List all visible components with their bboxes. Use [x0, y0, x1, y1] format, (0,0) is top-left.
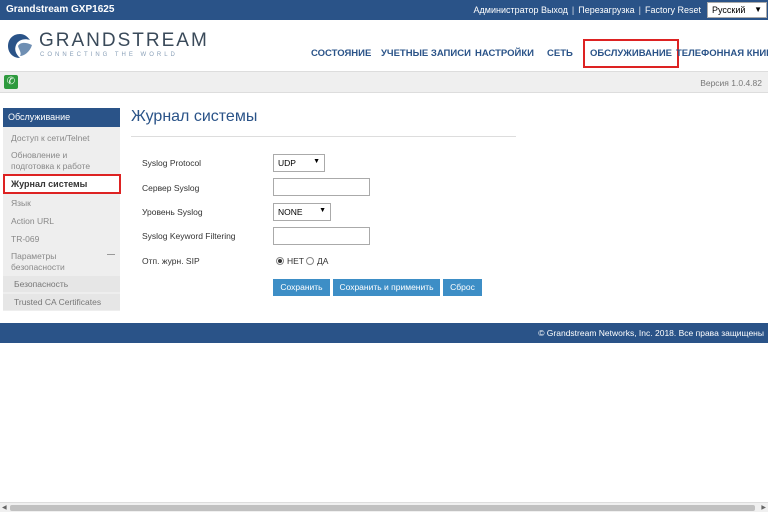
logo-tagline: CONNECTING THE WORLD	[40, 52, 178, 58]
sidebar-item-upgrade[interactable]: Обновление и подготовка к работе	[11, 150, 101, 172]
sidebar-header: Обслуживание	[3, 108, 120, 127]
radio-unselected-icon	[306, 257, 314, 265]
sidebar-item-security-settings[interactable]: Параметры безопасности	[11, 251, 91, 273]
logo-wordmark: GRANDSTREAM	[39, 30, 209, 51]
phone-icon: ✆	[4, 75, 18, 89]
sidebar-item-action-url[interactable]: Action URL	[11, 216, 54, 227]
syslog-level-select[interactable]: NONE ▼	[273, 203, 331, 221]
title-divider	[131, 136, 516, 137]
save-button[interactable]: Сохранить	[273, 279, 330, 296]
radio-selected-icon	[276, 257, 284, 265]
nav-settings[interactable]: НАСТРОЙКИ	[475, 48, 534, 59]
syslog-level-value: NONE	[278, 207, 303, 217]
syslog-server-label: Сервер Syslog	[142, 183, 200, 193]
horizontal-scrollbar[interactable]: ◀ ▶	[0, 502, 768, 512]
reboot-link[interactable]: Перезагрузка	[578, 5, 634, 15]
sidebar-item-language[interactable]: Язык	[11, 198, 31, 209]
scroll-left-icon[interactable]: ◀	[2, 504, 7, 511]
sip-log-no-radio[interactable]: НЕТ	[276, 256, 304, 266]
sidebar-item-network-telnet[interactable]: Доступ к сети/Telnet	[11, 133, 90, 144]
nav-status[interactable]: СОСТОЯНИЕ	[311, 48, 371, 59]
language-select[interactable]: Русский ▼	[707, 2, 767, 18]
device-title: Grandstream GXP1625	[6, 4, 115, 15]
sidebar: Обслуживание Доступ к сети/Telnet Обновл…	[3, 108, 121, 311]
separator: |	[571, 5, 575, 15]
keyword-filter-input[interactable]	[273, 227, 370, 245]
sidebar-item-trusted-ca[interactable]: Trusted CA Certificates	[3, 294, 120, 310]
nav-maintenance[interactable]: ОБСЛУЖИВАНИЕ	[583, 39, 679, 68]
save-apply-button[interactable]: Сохранить и применить	[333, 279, 440, 296]
sidebar-item-tr069[interactable]: TR-069	[11, 234, 39, 245]
logo-icon	[8, 34, 32, 58]
nav-accounts[interactable]: УЧЕТНЫЕ ЗАПИСИ	[381, 48, 471, 59]
sip-log-yes-radio[interactable]: ДА	[306, 256, 328, 266]
sidebar-item-security[interactable]: Безопасность	[3, 276, 120, 292]
firmware-version: Версия 1.0.4.82	[700, 78, 762, 88]
separator: |	[638, 5, 641, 15]
sip-log-label: Отп. журн. SIP	[142, 256, 200, 266]
chevron-down-icon: ▼	[754, 5, 762, 14]
sidebar-item-syslog[interactable]: Журнал системы	[3, 174, 121, 194]
scrollbar-thumb[interactable]	[10, 505, 755, 511]
top-bar: Grandstream GXP1625 Администратор Выход |…	[0, 0, 768, 20]
nav-network[interactable]: СЕТЬ	[547, 48, 573, 59]
syslog-protocol-select[interactable]: UDP ▼	[273, 154, 325, 172]
syslog-protocol-value: UDP	[278, 158, 296, 168]
language-value: Русский	[712, 5, 746, 15]
syslog-protocol-label: Syslog Protocol	[142, 158, 202, 168]
copyright: © Grandstream Networks, Inc. 2018. Все п…	[538, 328, 764, 338]
chevron-down-icon: ▼	[313, 158, 320, 165]
keyword-filter-label: Syslog Keyword Filtering	[142, 231, 236, 241]
factory-reset-link[interactable]: Factory Reset	[645, 5, 701, 15]
page-title: Журнал системы	[131, 108, 258, 125]
collapse-icon[interactable]	[107, 254, 115, 255]
sip-log-yes-label: ДА	[317, 256, 329, 266]
grandstream-logo: GRANDSTREAM CONNECTING THE WORLD	[6, 30, 209, 64]
top-links: Администратор Выход | Перезагрузка | Factory…	[474, 5, 701, 15]
chevron-down-icon: ▼	[319, 207, 326, 214]
scroll-right-icon[interactable]: ▶	[761, 504, 766, 511]
syslog-level-label: Уровень Syslog	[142, 207, 203, 217]
nav-phonebook[interactable]: ТЕЛЕФОННАЯ КНИГА	[676, 48, 768, 59]
footer: © Grandstream Networks, Inc. 2018. Все п…	[0, 323, 768, 343]
reset-button[interactable]: Сброс	[443, 279, 482, 296]
admin-logout-link[interactable]: Администратор Выход	[474, 5, 568, 15]
sip-log-no-label: НЕТ	[287, 256, 304, 266]
syslog-server-input[interactable]	[273, 178, 370, 196]
sub-bar: ✆ Версия 1.0.4.82	[0, 71, 768, 93]
